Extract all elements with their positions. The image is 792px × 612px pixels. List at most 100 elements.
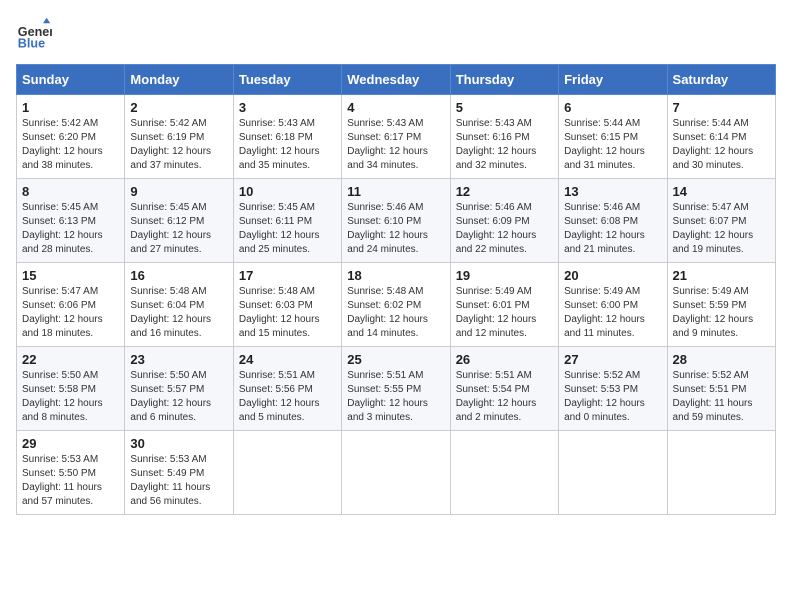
- day-number: 13: [564, 184, 661, 199]
- day-number: 14: [673, 184, 770, 199]
- calendar-cell: 19Sunrise: 5:49 AM Sunset: 6:01 PM Dayli…: [450, 263, 558, 347]
- day-info: Sunrise: 5:47 AM Sunset: 6:06 PM Dayligh…: [22, 285, 119, 341]
- day-number: 27: [564, 352, 661, 367]
- weekday-header-saturday: Saturday: [667, 65, 775, 95]
- calendar-cell: 9 Sunrise: 5:45 AM Sunset: 6:12 PM Daylig…: [125, 179, 233, 263]
- weekday-header-sunday: Sunday: [17, 65, 125, 95]
- calendar-cell: 20 Sunrise: 5:49 AM Sunset: 6:00 PM Dayli…: [559, 263, 667, 347]
- calendar-cell: 24Sunrise: 5:51 AM Sunset: 5:56 PM Dayli…: [233, 347, 341, 431]
- day-number: 16: [130, 268, 227, 283]
- day-number: 9: [130, 184, 227, 199]
- calendar-cell: 28Sunrise: 5:52 AM Sunset: 5:51 PM Dayli…: [667, 347, 775, 431]
- day-number: 26: [456, 352, 553, 367]
- day-number: 20: [564, 268, 661, 283]
- calendar-cell: 3 Sunrise: 5:43 AM Sunset: 6:18 PM Daylig…: [233, 95, 341, 179]
- weekday-header-monday: Monday: [125, 65, 233, 95]
- day-info: Sunrise: 5:46 AM Sunset: 6:08 PM Dayligh…: [564, 201, 661, 257]
- calendar-cell: 1 Sunrise: 5:42 AM Sunset: 6:20 PM Daylig…: [17, 95, 125, 179]
- calendar-cell: 17 Sunrise: 5:48 AM Sunset: 6:03 PM Dayli…: [233, 263, 341, 347]
- svg-text:Blue: Blue: [18, 37, 45, 51]
- calendar-cell: 11 Sunrise: 5:46 AM Sunset: 6:10 PM Dayli…: [342, 179, 450, 263]
- calendar-cell: 13 Sunrise: 5:46 AM Sunset: 6:08 PM Dayli…: [559, 179, 667, 263]
- calendar-table: SundayMondayTuesdayWednesdayThursdayFrid…: [16, 64, 776, 515]
- calendar-cell: [667, 431, 775, 515]
- page-header: General Blue: [16, 16, 776, 52]
- weekday-header-row: SundayMondayTuesdayWednesdayThursdayFrid…: [17, 65, 776, 95]
- day-info: Sunrise: 5:51 AM Sunset: 5:56 PM Dayligh…: [239, 369, 336, 425]
- calendar-cell: 21Sunrise: 5:49 AM Sunset: 5:59 PM Dayli…: [667, 263, 775, 347]
- calendar-cell: 22Sunrise: 5:50 AM Sunset: 5:58 PM Dayli…: [17, 347, 125, 431]
- calendar-cell: 14Sunrise: 5:47 AM Sunset: 6:07 PM Dayli…: [667, 179, 775, 263]
- weekday-header-friday: Friday: [559, 65, 667, 95]
- calendar-cell: [342, 431, 450, 515]
- day-number: 3: [239, 100, 336, 115]
- weekday-header-tuesday: Tuesday: [233, 65, 341, 95]
- day-info: Sunrise: 5:50 AM Sunset: 5:57 PM Dayligh…: [130, 369, 227, 425]
- day-number: 4: [347, 100, 444, 115]
- logo: General Blue: [16, 16, 56, 52]
- day-info: Sunrise: 5:42 AM Sunset: 6:20 PM Dayligh…: [22, 117, 119, 173]
- day-number: 1: [22, 100, 119, 115]
- calendar-cell: [233, 431, 341, 515]
- calendar-cell: 4 Sunrise: 5:43 AM Sunset: 6:17 PM Daylig…: [342, 95, 450, 179]
- day-number: 23: [130, 352, 227, 367]
- day-info: Sunrise: 5:49 AM Sunset: 6:00 PM Dayligh…: [564, 285, 661, 341]
- calendar-cell: 10 Sunrise: 5:45 AM Sunset: 6:11 PM Dayli…: [233, 179, 341, 263]
- day-number: 30: [130, 436, 227, 451]
- calendar-cell: 2Sunrise: 5:42 AM Sunset: 6:19 PM Daylig…: [125, 95, 233, 179]
- day-info: Sunrise: 5:46 AM Sunset: 6:10 PM Dayligh…: [347, 201, 444, 257]
- day-info: Sunrise: 5:43 AM Sunset: 6:18 PM Dayligh…: [239, 117, 336, 173]
- day-info: Sunrise: 5:51 AM Sunset: 5:54 PM Dayligh…: [456, 369, 553, 425]
- calendar-cell: 26 Sunrise: 5:51 AM Sunset: 5:54 PM Dayli…: [450, 347, 558, 431]
- calendar-cell: 16 Sunrise: 5:48 AM Sunset: 6:04 PM Dayli…: [125, 263, 233, 347]
- day-number: 17: [239, 268, 336, 283]
- day-number: 2: [130, 100, 227, 115]
- day-info: Sunrise: 5:53 AM Sunset: 5:49 PM Dayligh…: [130, 453, 227, 509]
- day-number: 12: [456, 184, 553, 199]
- day-number: 8: [22, 184, 119, 199]
- day-info: Sunrise: 5:43 AM Sunset: 6:16 PM Dayligh…: [456, 117, 553, 173]
- calendar-cell: 7 Sunrise: 5:44 AM Sunset: 6:14 PM Daylig…: [667, 95, 775, 179]
- calendar-week-4: 22Sunrise: 5:50 AM Sunset: 5:58 PM Dayli…: [17, 347, 776, 431]
- day-info: Sunrise: 5:51 AM Sunset: 5:55 PM Dayligh…: [347, 369, 444, 425]
- day-info: Sunrise: 5:53 AM Sunset: 5:50 PM Dayligh…: [22, 453, 119, 509]
- day-info: Sunrise: 5:52 AM Sunset: 5:53 PM Dayligh…: [564, 369, 661, 425]
- day-number: 11: [347, 184, 444, 199]
- day-number: 7: [673, 100, 770, 115]
- day-info: Sunrise: 5:46 AM Sunset: 6:09 PM Dayligh…: [456, 201, 553, 257]
- day-info: Sunrise: 5:48 AM Sunset: 6:03 PM Dayligh…: [239, 285, 336, 341]
- calendar-cell: 29 Sunrise: 5:53 AM Sunset: 5:50 PM Dayli…: [17, 431, 125, 515]
- day-info: Sunrise: 5:45 AM Sunset: 6:11 PM Dayligh…: [239, 201, 336, 257]
- calendar-cell: 27 Sunrise: 5:52 AM Sunset: 5:53 PM Dayli…: [559, 347, 667, 431]
- calendar-cell: 25 Sunrise: 5:51 AM Sunset: 5:55 PM Dayli…: [342, 347, 450, 431]
- calendar-cell: 12 Sunrise: 5:46 AM Sunset: 6:09 PM Dayli…: [450, 179, 558, 263]
- calendar-week-5: 29 Sunrise: 5:53 AM Sunset: 5:50 PM Dayli…: [17, 431, 776, 515]
- weekday-header-thursday: Thursday: [450, 65, 558, 95]
- day-number: 5: [456, 100, 553, 115]
- day-number: 18: [347, 268, 444, 283]
- calendar-cell: [559, 431, 667, 515]
- day-number: 29: [22, 436, 119, 451]
- calendar-cell: 18 Sunrise: 5:48 AM Sunset: 6:02 PM Dayli…: [342, 263, 450, 347]
- day-info: Sunrise: 5:44 AM Sunset: 6:15 PM Dayligh…: [564, 117, 661, 173]
- day-info: Sunrise: 5:52 AM Sunset: 5:51 PM Dayligh…: [673, 369, 770, 425]
- calendar-cell: 5 Sunrise: 5:43 AM Sunset: 6:16 PM Daylig…: [450, 95, 558, 179]
- day-info: Sunrise: 5:48 AM Sunset: 6:02 PM Dayligh…: [347, 285, 444, 341]
- day-number: 10: [239, 184, 336, 199]
- day-number: 25: [347, 352, 444, 367]
- day-info: Sunrise: 5:45 AM Sunset: 6:12 PM Dayligh…: [130, 201, 227, 257]
- calendar-cell: 6 Sunrise: 5:44 AM Sunset: 6:15 PM Daylig…: [559, 95, 667, 179]
- day-info: Sunrise: 5:49 AM Sunset: 5:59 PM Dayligh…: [673, 285, 770, 341]
- day-number: 19: [456, 268, 553, 283]
- weekday-header-wednesday: Wednesday: [342, 65, 450, 95]
- calendar-week-1: 1 Sunrise: 5:42 AM Sunset: 6:20 PM Daylig…: [17, 95, 776, 179]
- day-info: Sunrise: 5:44 AM Sunset: 6:14 PM Dayligh…: [673, 117, 770, 173]
- day-info: Sunrise: 5:48 AM Sunset: 6:04 PM Dayligh…: [130, 285, 227, 341]
- day-info: Sunrise: 5:45 AM Sunset: 6:13 PM Dayligh…: [22, 201, 119, 257]
- calendar-week-2: 8 Sunrise: 5:45 AM Sunset: 6:13 PM Daylig…: [17, 179, 776, 263]
- day-number: 6: [564, 100, 661, 115]
- day-info: Sunrise: 5:43 AM Sunset: 6:17 PM Dayligh…: [347, 117, 444, 173]
- day-info: Sunrise: 5:50 AM Sunset: 5:58 PM Dayligh…: [22, 369, 119, 425]
- calendar-cell: 23 Sunrise: 5:50 AM Sunset: 5:57 PM Dayli…: [125, 347, 233, 431]
- calendar-cell: 15Sunrise: 5:47 AM Sunset: 6:06 PM Dayli…: [17, 263, 125, 347]
